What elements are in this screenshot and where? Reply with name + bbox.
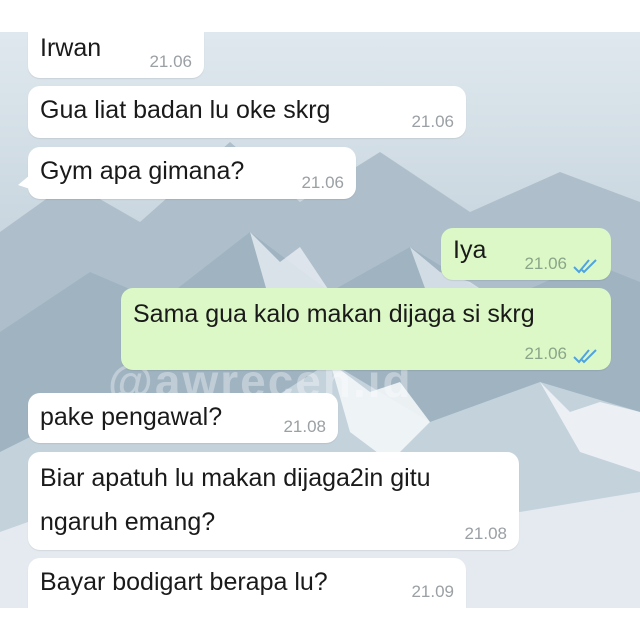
message-time: 21.08 <box>464 524 507 543</box>
incoming-message[interactable]: Gym apa gimana? 21.06 <box>18 147 356 199</box>
incoming-message[interactable]: Biar apatuh lu makan dijaga2in gitu ngar… <box>28 452 519 550</box>
message-text: Gym apa gimana? <box>40 157 245 185</box>
message-text: Iya <box>453 236 487 264</box>
message-time: 21.06 <box>301 173 344 192</box>
message-time: 21.06 <box>411 112 454 131</box>
bottom-margin <box>0 608 640 640</box>
message-text: pake pengawal? <box>40 403 223 431</box>
outgoing-message[interactable]: Iya 21.06 <box>441 228 611 280</box>
message-text: Gua liat badan lu oke skrg <box>40 96 331 124</box>
message-time: 21.06 <box>524 254 567 273</box>
message-time: 21.06 <box>524 344 567 363</box>
double-check-icon <box>573 259 597 274</box>
incoming-message[interactable]: Irwan 21.06 <box>28 32 204 78</box>
incoming-message[interactable]: Bayar bodigart berapa lu? 21.09 <box>28 558 466 608</box>
incoming-message[interactable]: Gua liat badan lu oke skrg 21.06 <box>28 86 466 138</box>
outgoing-message[interactable]: Sama gua kalo makan dijaga si skrg 21.06 <box>121 288 611 370</box>
double-check-icon <box>573 349 597 364</box>
message-text: Sama gua kalo makan dijaga si skrg <box>133 300 535 328</box>
message-time: 21.08 <box>283 417 326 436</box>
message-time: 21.06 <box>149 52 192 71</box>
message-text: Biar apatuh lu makan dijaga2in gitu ngar… <box>40 464 431 536</box>
incoming-message[interactable]: pake pengawal? 21.08 <box>28 393 338 443</box>
message-text: Irwan <box>40 34 102 62</box>
message-text: Bayar bodigart berapa lu? <box>40 568 328 596</box>
top-margin <box>0 0 640 32</box>
message-time: 21.09 <box>411 582 454 601</box>
